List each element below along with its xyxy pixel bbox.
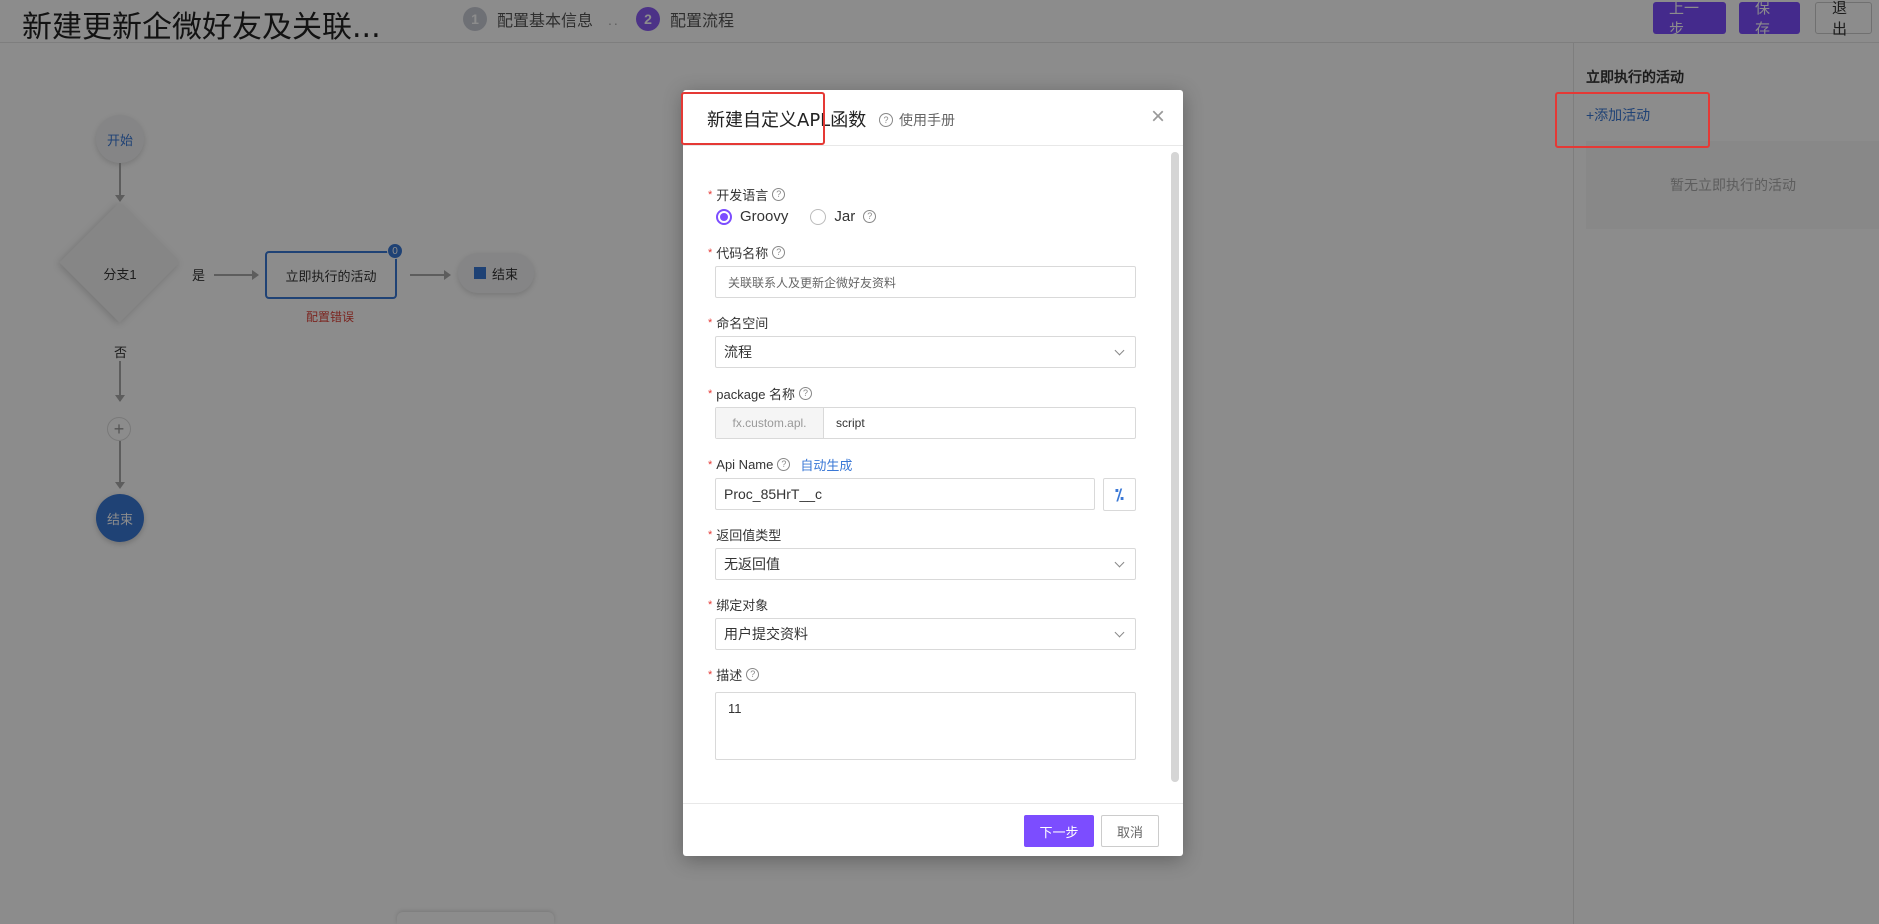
user-manual-link[interactable]: ? 使用手册	[879, 110, 955, 130]
chevron-down-icon	[1114, 345, 1125, 356]
close-icon[interactable]: ×	[1146, 105, 1170, 129]
dialog-scrollbar[interactable]	[1171, 152, 1179, 782]
cancel-button[interactable]: 取消	[1101, 815, 1159, 847]
bind-object-select[interactable]: 用户提交资料	[715, 618, 1136, 650]
help-icon[interactable]: ?	[772, 246, 786, 259]
help-icon[interactable]: ?	[772, 188, 786, 201]
jar-radio[interactable]	[810, 208, 827, 225]
api-name-input[interactable]: Proc_85HrT__c	[715, 478, 1095, 510]
namespace-select[interactable]: 流程	[715, 336, 1136, 368]
package-prefix: fx.custom.apl.	[716, 408, 824, 438]
chevron-down-icon	[1114, 627, 1125, 638]
package-input[interactable]: fx.custom.apl. script	[715, 407, 1136, 439]
magic-wand-icon[interactable]: ⁒	[1103, 478, 1136, 511]
scrollbar-thumb[interactable]	[1171, 152, 1179, 782]
highlight-box-add-activity	[1555, 92, 1710, 148]
user-manual-label: 使用手册	[899, 112, 955, 128]
dialog-footer: 下一步 取消	[683, 803, 1183, 856]
description-label: * 描述?	[708, 665, 760, 684]
help-icon[interactable]: ?	[799, 387, 813, 400]
language-label: * 开发语言?	[708, 185, 786, 204]
highlight-box-dialog-title	[681, 92, 825, 145]
bind-object-value: 用户提交资料	[724, 626, 808, 642]
return-type-value: 无返回值	[724, 556, 780, 572]
next-step-button[interactable]: 下一步	[1024, 815, 1094, 847]
namespace-label: * 命名空间	[708, 316, 769, 331]
code-name-label: * 代码名称?	[708, 243, 786, 262]
package-value: script	[836, 416, 865, 430]
return-type-label: * 返回值类型	[708, 528, 782, 543]
description-textarea[interactable]: 11	[715, 692, 1136, 760]
code-name-input[interactable]: 关联联系人及更新企微好友资料	[715, 266, 1136, 298]
return-type-select[interactable]: 无返回值	[715, 548, 1136, 580]
api-name-label: * Api Name? 自动生成	[708, 455, 853, 474]
dialog-body: * 开发语言? Groovy Jar ? * 代码名称? 关联联系人及更新企微好友资…	[683, 146, 1183, 803]
language-radio-group: Groovy Jar ?	[716, 208, 877, 225]
auto-generate-link[interactable]: 自动生成	[800, 455, 852, 474]
groovy-label[interactable]: Groovy	[740, 208, 788, 225]
help-icon[interactable]: ?	[777, 458, 791, 471]
chevron-down-icon	[1114, 557, 1125, 568]
groovy-radio[interactable]	[716, 208, 732, 225]
question-icon: ?	[879, 113, 893, 127]
jar-label[interactable]: Jar	[834, 208, 855, 225]
new-apl-function-dialog: 新建自定义APL函数 ? 使用手册 × * 开发语言? Groovy Jar ? …	[683, 90, 1183, 856]
bind-object-label: * 绑定对象	[708, 598, 769, 613]
package-label: * package 名称?	[708, 384, 813, 403]
help-icon[interactable]: ?	[746, 668, 760, 681]
help-icon[interactable]: ?	[863, 210, 877, 223]
namespace-value: 流程	[724, 344, 752, 360]
